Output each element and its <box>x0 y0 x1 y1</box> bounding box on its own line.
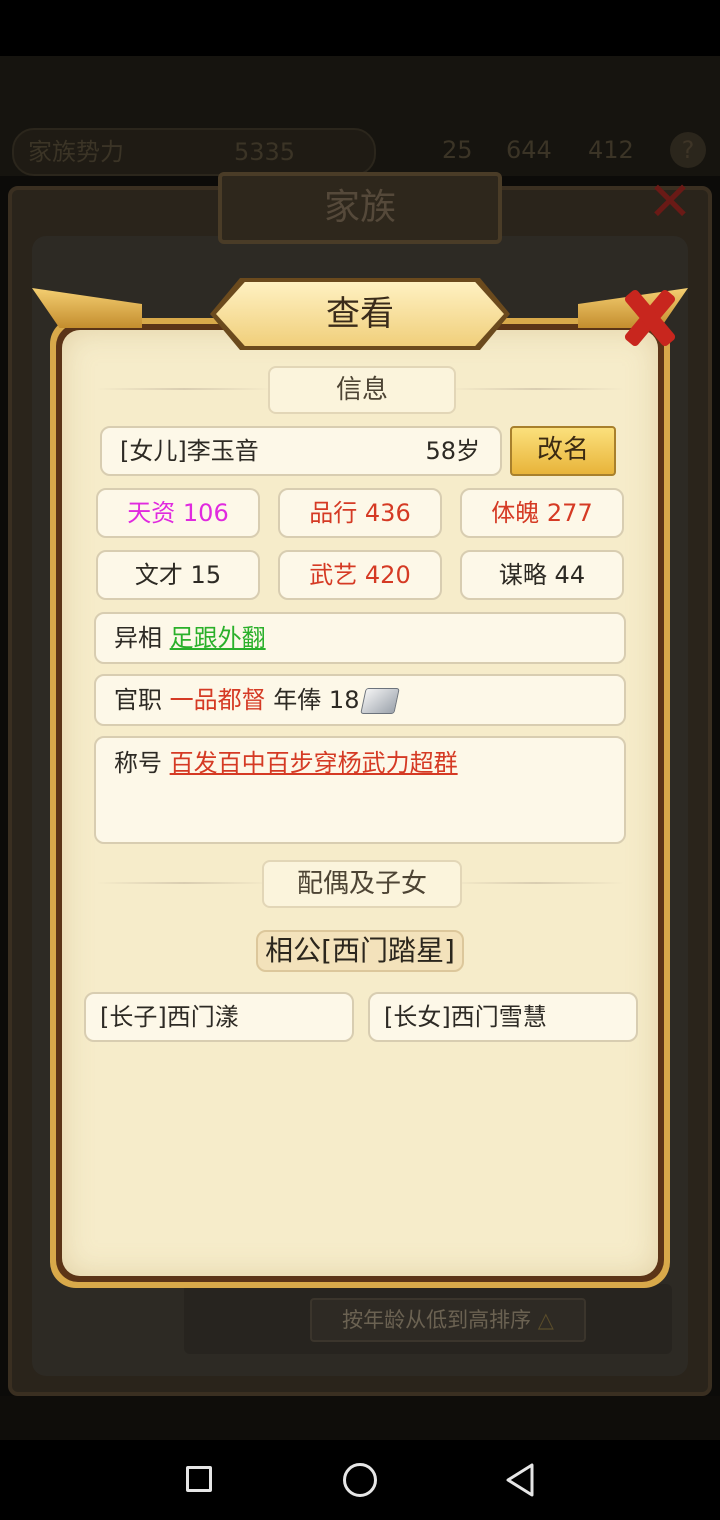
character-name: [女儿]李玉音 <box>120 437 259 465</box>
family-section-header: 配偶及子女 <box>262 860 462 908</box>
close-button[interactable] <box>612 282 688 352</box>
trait-label: 异相 <box>114 624 162 652</box>
status-bar <box>0 0 720 56</box>
office-row: 官职 一品都督 年俸 18 <box>94 674 626 726</box>
trait-value-link[interactable]: 足跟外翻 <box>170 624 266 652</box>
child-button[interactable]: [长子]西门漾 <box>84 992 354 1042</box>
background-close-icon: ✕ <box>647 170 693 233</box>
family-power-pill: 家族势力 5335 <box>12 128 376 176</box>
stat-label: 体魄 <box>491 499 540 527</box>
office-value: 一品都督 <box>169 686 266 714</box>
honor-box: 称号 百发百中百步穿杨武力超群 <box>94 736 626 844</box>
stat-label: 谋略 <box>498 561 547 589</box>
recents-icon[interactable] <box>186 1466 212 1492</box>
sort-button-label: 按年龄从低到高排序 <box>342 1308 532 1332</box>
stat-label: 文才 <box>134 561 183 589</box>
stat-value: 15 <box>190 561 222 589</box>
stat-value: 44 <box>554 561 586 589</box>
spouse-button[interactable]: 相公[西门踏星] <box>256 930 464 972</box>
stat-martial: 武艺 420 <box>278 550 442 600</box>
trait-row: 异相 足跟外翻 <box>94 612 626 664</box>
section-divider-right <box>448 882 624 884</box>
family-power-label: 家族势力 <box>28 138 124 166</box>
resource-c: 412 <box>588 136 634 164</box>
sort-button: 按年龄从低到高排序 △ <box>310 1298 586 1342</box>
background-resource-bar: 家族势力 5335 25 644 412 ? <box>12 128 706 176</box>
stat-value: 420 <box>364 561 411 589</box>
section-divider-right <box>448 388 624 390</box>
section-divider-left <box>96 388 272 390</box>
stat-label: 品行 <box>309 499 358 527</box>
stat-strategy: 谋略 44 <box>460 550 624 600</box>
family-power-value: 5335 <box>234 138 296 166</box>
info-section-header: 信息 <box>268 366 456 414</box>
stat-physique: 体魄 277 <box>460 488 624 538</box>
silver-ingot-icon <box>360 688 401 714</box>
help-icon: ? <box>670 132 706 168</box>
stat-aptitude: 天资 106 <box>96 488 260 538</box>
background-bottom-bar <box>0 1396 720 1440</box>
resource-a: 25 <box>442 136 473 164</box>
child-button[interactable]: [长女]西门雪慧 <box>368 992 638 1042</box>
honor-value-link[interactable]: 百发百中百步穿杨武力超群 <box>170 749 458 777</box>
honor-label: 称号 <box>114 749 162 777</box>
stat-label: 武艺 <box>309 561 358 589</box>
stat-value: 277 <box>546 499 593 527</box>
dialog-title: 查看 <box>326 294 394 334</box>
stat-value: 106 <box>182 499 229 527</box>
back-icon[interactable] <box>504 1462 536 1498</box>
triangle-up-icon: △ <box>537 1308 554 1332</box>
resource-b: 644 <box>506 136 552 164</box>
office-label: 官职 <box>114 686 162 714</box>
background-panel-title: 家族 <box>323 187 396 228</box>
section-divider-left <box>96 882 272 884</box>
character-age: 58岁 <box>425 437 480 465</box>
stat-label: 天资 <box>127 499 176 527</box>
salary-value: 18 <box>328 686 360 714</box>
stat-value: 436 <box>364 499 411 527</box>
rename-button[interactable]: 改名 <box>510 426 616 476</box>
home-icon[interactable] <box>343 1463 377 1497</box>
stat-conduct: 品行 436 <box>278 488 442 538</box>
salary-label: 年俸 <box>273 686 322 714</box>
name-field: [女儿]李玉音 58岁 <box>100 426 502 476</box>
stat-literacy: 文才 15 <box>96 550 260 600</box>
